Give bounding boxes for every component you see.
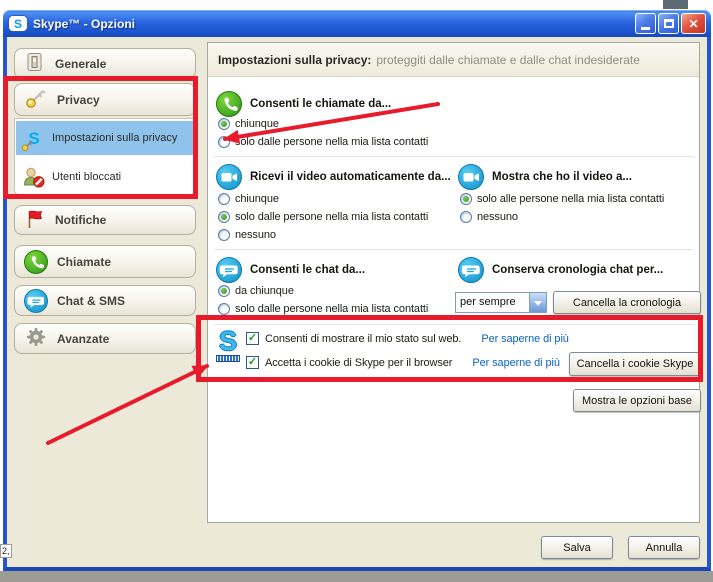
chevron-down-icon[interactable] <box>529 293 546 312</box>
close-button[interactable]: ✕ <box>681 13 706 34</box>
separator <box>214 249 693 250</box>
radio-label: solo dalle persone nella mia lista conta… <box>235 211 429 223</box>
radio-icon <box>218 229 230 241</box>
history-duration-select[interactable]: per sempre <box>455 292 547 313</box>
skype-logo-icon: S <box>8 15 28 32</box>
phone-icon <box>24 249 48 274</box>
chat-icon <box>458 257 484 283</box>
video-icon <box>458 164 484 190</box>
chat-section-header: Consenti le chat da... <box>216 257 365 283</box>
privacy-settings-panel: Impostazioni sulla privacy: proteggiti d… <box>207 42 701 523</box>
title-bar[interactable]: S Skype™ - Opzioni ✕ <box>3 10 711 37</box>
radio-calls-chiunque[interactable]: chiunque <box>218 118 279 130</box>
save-button[interactable]: Salva <box>541 536 613 559</box>
radio-video-chiunque[interactable]: chiunque <box>218 193 279 205</box>
background-artifact: 2, <box>0 544 12 558</box>
gear-icon <box>24 325 48 352</box>
desktop: 2, S Skype™ - Opzioni ✕ Generale Privacy <box>0 0 713 582</box>
radio-icon <box>460 193 472 205</box>
radio-label: solo dalle persone nella mia lista conta… <box>235 136 429 148</box>
radio-show-video-nessuno[interactable]: nessuno <box>460 211 518 223</box>
radio-video-nessuno[interactable]: nessuno <box>218 229 276 241</box>
sidebar-item-label: Chat & SMS <box>57 293 126 308</box>
sidebar-item-generale[interactable]: Generale <box>14 48 196 79</box>
phone-icon <box>216 91 242 117</box>
radio-video-lista-contatti[interactable]: solo dalle persone nella mia lista conta… <box>218 211 428 223</box>
history-section-header: Conserva cronologia chat per... <box>458 257 663 283</box>
video-show-section-header: Mostra che ho il video a... <box>458 164 632 190</box>
section-title: Mostra che ho il video a... <box>492 171 632 183</box>
radio-chat-da-chiunque[interactable]: da chiunque <box>218 285 294 297</box>
radio-calls-lista-contatti[interactable]: solo dalle persone nella mia lista conta… <box>218 136 428 148</box>
flag-icon <box>24 208 46 233</box>
sidebar-item-notifiche[interactable]: Notifiche <box>14 205 196 235</box>
chat-icon <box>216 257 242 283</box>
show-basic-options-button[interactable]: Mostra le opzioni base <box>573 389 701 412</box>
sidebar-item-avanzate[interactable]: Avanzate <box>14 323 196 354</box>
radio-icon <box>218 285 230 297</box>
sidebar-item-label: Chiamate <box>57 254 112 269</box>
window-controls: ✕ <box>635 13 706 34</box>
close-icon: ✕ <box>688 16 699 31</box>
radio-chat-lista-contatti[interactable]: solo dalle persone nella mia lista conta… <box>218 303 428 315</box>
radio-icon <box>218 303 230 315</box>
switch-icon <box>24 51 46 76</box>
section-title: Ricevi il video automaticamente da... <box>250 171 451 183</box>
minimize-icon <box>641 27 650 30</box>
radio-label: chiunque <box>235 118 279 130</box>
radio-icon <box>460 211 472 223</box>
radio-icon <box>218 136 230 148</box>
background-window-fragment <box>663 0 688 9</box>
video-receive-section-header: Ricevi il video automaticamente da... <box>216 164 451 190</box>
panel-title: Impostazioni sulla privacy: <box>218 52 372 67</box>
radio-show-video-lista-contatti[interactable]: solo alle persone nella mia lista contat… <box>460 193 664 205</box>
minimize-button[interactable] <box>635 13 656 34</box>
sidebar-item-label: Generale <box>55 56 107 71</box>
maximize-button[interactable] <box>658 13 679 34</box>
radio-label: solo alle persone nella mia lista contat… <box>477 193 665 205</box>
clear-history-button[interactable]: Cancella la cronologia <box>553 291 701 314</box>
sidebar-item-chat-sms[interactable]: Chat & SMS <box>14 285 196 316</box>
cancel-button[interactable]: Annulla <box>628 536 700 559</box>
background-strip <box>0 571 713 582</box>
sidebar-item-label: Avanzate <box>57 331 110 346</box>
annotation-box-web-settings <box>196 315 703 382</box>
window-title: Skype™ - Opzioni <box>33 16 136 31</box>
radio-icon <box>218 118 230 130</box>
maximize-icon <box>663 19 674 28</box>
section-title: Consenti le chat da... <box>250 264 366 276</box>
combo-value: per sempre <box>460 296 516 308</box>
sidebar-item-chiamate[interactable]: Chiamate <box>14 245 196 278</box>
radio-icon <box>218 193 230 205</box>
sidebar-item-label: Notifiche <box>55 213 107 227</box>
panel-subtitle: proteggiti dalle chiamate e dalle chat i… <box>376 52 640 67</box>
panel-header: Impostazioni sulla privacy: proteggiti d… <box>208 43 699 77</box>
skype-letter: S <box>13 16 22 31</box>
radio-icon <box>218 211 230 223</box>
radio-label: da chiunque <box>235 285 294 297</box>
calls-section-header: Consenti le chiamate da... <box>216 91 391 117</box>
separator <box>214 156 693 157</box>
video-icon <box>216 164 242 190</box>
radio-label: nessuno <box>477 211 518 223</box>
annotation-box-privacy-sidebar <box>3 76 198 199</box>
section-title: Consenti le chiamate da... <box>250 98 392 110</box>
radio-label: chiunque <box>235 193 279 205</box>
radio-label: solo dalle persone nella mia lista conta… <box>235 303 429 315</box>
chat-icon <box>24 288 48 313</box>
section-title: Conserva cronologia chat per... <box>492 264 664 276</box>
radio-label: nessuno <box>235 229 276 241</box>
